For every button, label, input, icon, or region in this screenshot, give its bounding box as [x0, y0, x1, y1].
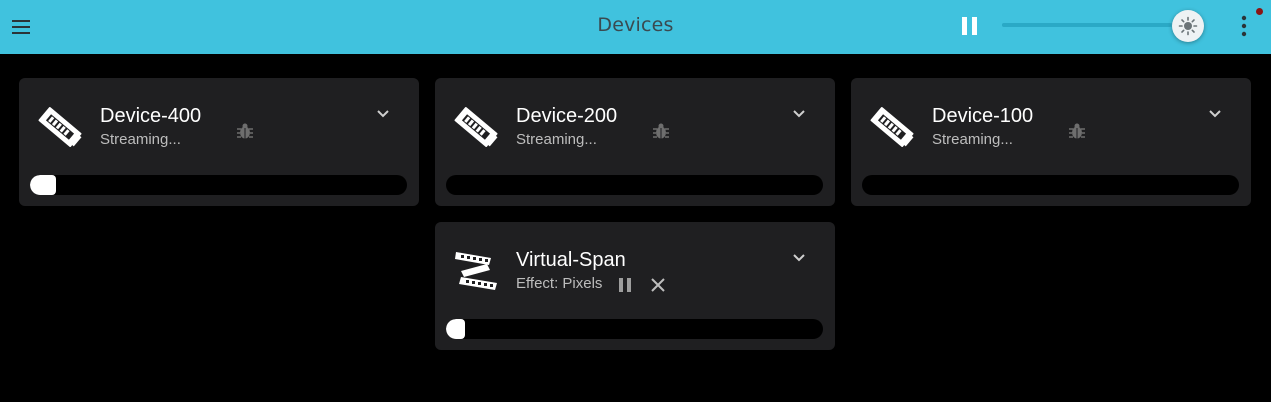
- chevron-down-icon[interactable]: [371, 102, 395, 126]
- chevron-down-icon[interactable]: [787, 246, 811, 270]
- bug-icon[interactable]: [1067, 121, 1087, 141]
- progress-bar: [30, 175, 407, 195]
- progress-bar: [862, 175, 1239, 195]
- virtual-card[interactable]: Virtual-Span Effect: Pixels: [435, 222, 835, 350]
- close-icon[interactable]: [648, 275, 668, 295]
- led-strip-icon: [869, 104, 915, 150]
- device-name: Device-200: [516, 105, 618, 127]
- film-strip-icon: [453, 248, 499, 294]
- device-status: Streaming...: [932, 131, 1013, 148]
- app-bar: Devices: [0, 0, 1271, 54]
- device-status: Streaming...: [516, 131, 597, 148]
- device-name: Device-400: [100, 105, 202, 127]
- notification-dot: [1256, 8, 1263, 15]
- effect-status: Effect: Pixels: [516, 275, 603, 292]
- virtual-name: Virtual-Span: [516, 249, 626, 271]
- device-name: Device-100: [932, 105, 1034, 127]
- pause-icon[interactable]: [615, 275, 635, 295]
- led-strip-icon: [453, 104, 499, 150]
- progress-bar: [446, 319, 823, 339]
- device-card[interactable]: Device-100 Streaming...: [851, 78, 1251, 206]
- brightness-slider-thumb[interactable]: [1172, 10, 1204, 42]
- led-strip-icon: [37, 104, 83, 150]
- brightness-slider-fill: [1002, 23, 1172, 27]
- progress-bar-fill: [446, 319, 465, 339]
- pause-icon[interactable]: [958, 13, 982, 39]
- bug-icon[interactable]: [235, 121, 255, 141]
- brightness-slider[interactable]: [1002, 23, 1188, 27]
- brightness-icon: [1178, 16, 1198, 36]
- device-card[interactable]: Device-200 Streaming...: [435, 78, 835, 206]
- bug-icon[interactable]: [651, 121, 671, 141]
- more-options-icon[interactable]: [1232, 13, 1256, 39]
- device-card[interactable]: Device-400 Streaming...: [19, 78, 419, 206]
- chevron-down-icon[interactable]: [787, 102, 811, 126]
- progress-bar: [446, 175, 823, 195]
- progress-bar-fill: [30, 175, 57, 195]
- chevron-down-icon[interactable]: [1203, 102, 1227, 126]
- device-status: Streaming...: [100, 131, 181, 148]
